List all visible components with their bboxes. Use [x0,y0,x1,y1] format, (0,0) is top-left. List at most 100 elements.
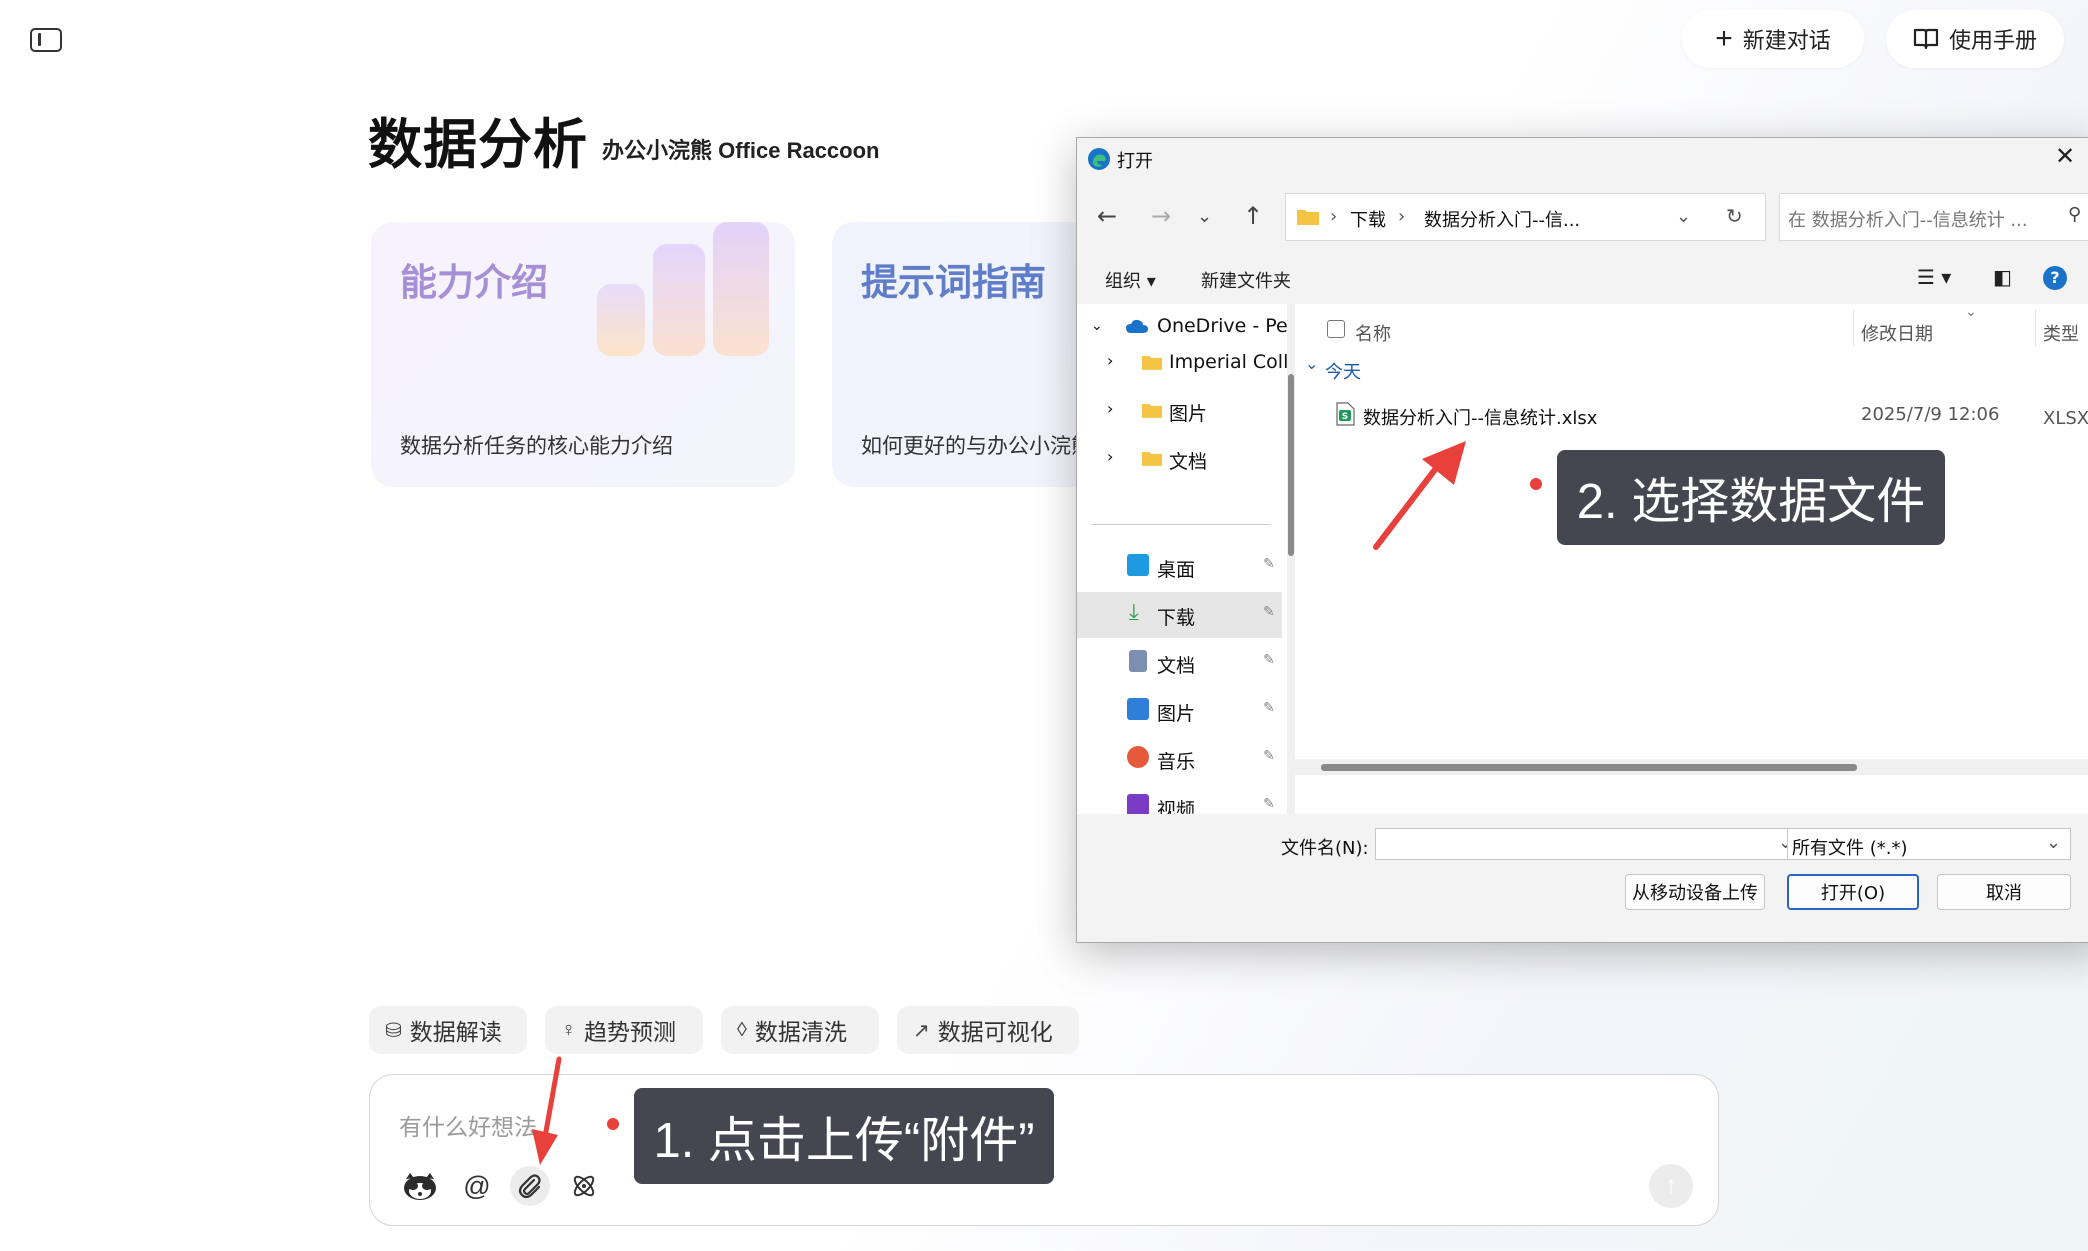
folder-icon [1141,452,1163,466]
chevron-right-icon[interactable]: › [1107,399,1113,418]
card-desc: 如何更好的与办公小浣熊 [861,435,1092,458]
database-icon: ⛁ [385,1019,402,1042]
nav-downloads[interactable]: ⤓ 下载 ✎ [1077,592,1282,638]
preview-pane-icon[interactable]: ◧ [1993,265,2012,289]
chevron-down-icon[interactable]: ⌄ [1091,318,1103,334]
horizontal-scrollbar[interactable] [1295,759,2088,775]
select-all-checkbox[interactable] [1327,320,1345,338]
nav-label: 图片 [1157,703,1196,725]
forward-icon[interactable]: → [1151,202,1171,230]
arrow-up-icon: ↑ [1665,1172,1677,1199]
new-folder-button[interactable]: 新建文件夹 [1201,267,1291,293]
chevron-right-icon[interactable]: › [1107,351,1113,370]
column-name[interactable]: 名称 [1355,320,1391,346]
chip-data-visualization[interactable]: ↗ 数据可视化 [897,1006,1079,1054]
card-desc: 数据分析任务的核心能力介绍 [400,435,673,458]
nav-imperial[interactable]: › Imperial Colle [1077,340,1300,386]
download-icon: ⤓ [1129,600,1139,625]
nav-label: Imperial Colle [1169,351,1301,373]
atom-icon[interactable] [564,1166,604,1206]
file-type: XLSX 工 [2043,408,2088,429]
column-type[interactable]: 类型 [2043,320,2079,346]
page-subtitle: 办公小浣熊 Office Raccoon [602,138,880,163]
address-bar[interactable]: › 下载 › 数据分析入门--信... ⌄ ↻ [1285,193,1766,241]
card-title: 提示词指南 [861,262,1046,303]
nav-documents-folder[interactable]: › 文档 [1077,436,1282,482]
pin-icon: ✎ [1263,796,1275,812]
close-icon[interactable]: ✕ [2055,142,2075,170]
pin-icon: ✎ [1263,700,1275,716]
upload-from-mobile-button[interactable]: 从移动设备上传 [1625,874,1765,910]
view-menu-icon[interactable]: ☰ ▾ [1917,265,1951,289]
bar-graphic-3 [713,222,769,356]
raccoon-icon[interactable] [400,1166,440,1206]
chevron-down-icon[interactable]: ⌄ [2046,832,2061,853]
up-icon[interactable]: ↑ [1243,202,1263,230]
picture-icon [1127,698,1149,720]
chip-label: 数据可视化 [937,1019,1053,1045]
lightbulb-icon: ♀ [561,1018,576,1041]
refresh-icon[interactable]: ↻ [1726,204,1743,228]
search-icon: ⚲ [2068,204,2082,225]
breadcrumb-downloads[interactable]: 下载 [1350,206,1386,232]
at-mention-icon[interactable]: @ [457,1166,497,1206]
organize-menu[interactable]: 组织 ▾ [1105,267,1156,293]
chevron-right-icon[interactable]: › [1107,447,1113,466]
horizontal-scrollbar-thumb[interactable] [1321,764,1857,771]
attachment-icon[interactable] [510,1166,550,1206]
breadcrumb-folder[interactable]: 数据分析入门--信... [1424,206,1580,232]
filename-label: 文件名(N): [1281,838,1369,859]
nav-label: OneDrive - Per [1157,315,1296,337]
filename-input[interactable]: ⌄ [1375,828,1805,860]
new-chat-label: 新建对话 [1742,28,1831,53]
chip-data-interpretation[interactable]: ⛁ 数据解读 [369,1006,527,1054]
svg-text:S: S [1342,412,1348,422]
chip-data-cleaning[interactable]: ◊ 数据清洗 [721,1006,879,1054]
back-icon[interactable]: ← [1097,202,1117,230]
file-modified: 2025/7/9 12:06 [1861,404,2000,425]
group-today-label[interactable]: 今天 [1325,358,1361,384]
send-button[interactable]: ↑ [1649,1164,1693,1208]
edge-icon [1088,148,1110,170]
dialog-command-bar: 组织 ▾ 新建文件夹 ☰ ▾ ◧ ? [1077,252,2088,305]
nav-label: 文档 [1169,451,1208,473]
file-row[interactable]: S 数据分析入门--信息统计.xlsx 2025/7/9 12:06 XLSX … [1335,394,2088,434]
nav-documents[interactable]: 文档 ✎ [1077,640,1282,686]
manual-button[interactable]: 使用手册 [1886,10,2064,68]
manual-label: 使用手册 [1948,28,2037,53]
breadcrumb-separator: › [1330,206,1338,227]
chart-icon: ↗ [913,1019,930,1042]
nav-label: 图片 [1169,403,1208,425]
nav-pictures-folder[interactable]: › 图片 [1077,388,1282,434]
nav-label: 文档 [1157,655,1196,677]
document-icon [1129,650,1147,672]
nav-scrollbar[interactable] [1287,304,1295,814]
open-button[interactable]: 打开(O) [1787,874,1919,910]
sidebar-toggle-icon[interactable] [30,28,62,52]
chat-input[interactable]: 有什么好想法 [399,1108,537,1142]
capability-card[interactable]: 能力介绍 数据分析任务的核心能力介绍 [371,222,795,487]
chevron-down-icon[interactable]: ⌄ [1676,206,1691,227]
nav-desktop[interactable]: 桌面 ✎ [1077,544,1282,590]
help-icon[interactable]: ? [2043,266,2067,290]
group-chevron-icon[interactable]: ⌄ [1305,354,1318,373]
pin-icon: ✎ [1263,604,1275,620]
music-icon [1127,746,1149,768]
chip-trend-prediction[interactable]: ♀ 趋势预测 [545,1006,703,1054]
nav-pictures[interactable]: 图片 ✎ [1077,688,1282,734]
cancel-button[interactable]: 取消 [1937,874,2071,910]
folder-icon [1141,356,1163,370]
annotation-arrow-2 [1373,441,1466,550]
chevron-down-icon[interactable]: ⌄ [1197,206,1212,227]
nav-scrollbar-thumb[interactable] [1288,374,1294,556]
nav-label: 桌面 [1157,559,1196,581]
dialog-search-input[interactable]: 在 数据分析入门--信息统计 ... ⚲ [1779,193,2088,241]
column-modified[interactable]: 修改日期 [1861,320,1933,346]
nav-music[interactable]: 音乐 ✎ [1077,736,1282,782]
bar-graphic-1 [597,284,645,356]
bar-graphic-2 [653,244,705,356]
new-chat-button[interactable]: + 新建对话 [1682,10,1864,68]
nav-label: 音乐 [1157,751,1196,773]
filetype-select[interactable]: 所有文件 (*.*) ⌄ [1787,828,2071,860]
annotation-step1: 1. 点击上传“附件” [634,1088,1054,1184]
